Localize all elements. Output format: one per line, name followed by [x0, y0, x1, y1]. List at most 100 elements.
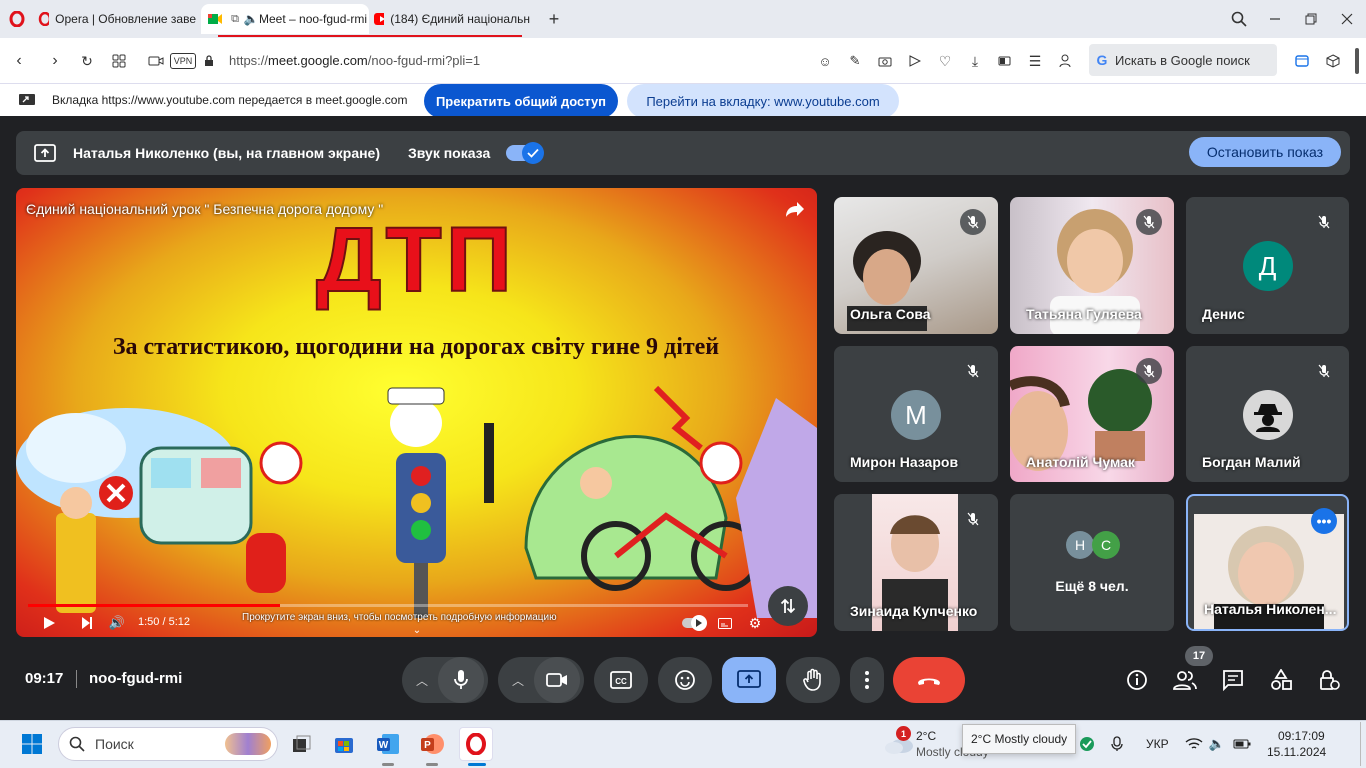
emoji-icon[interactable]: ☺ [815, 52, 835, 70]
participant-tile-more[interactable]: Н С Ещё 8 чел. [1010, 494, 1174, 631]
weather-temp: 2°C [916, 729, 937, 743]
end-call-icon [918, 678, 940, 685]
tab-opera-update[interactable]: Opera | Обновление заве [34, 4, 196, 34]
send-icon[interactable] [905, 52, 925, 70]
edit-icon[interactable]: ✎ [845, 52, 865, 70]
subtitles-icon[interactable] [716, 614, 734, 632]
battery-saver-icon[interactable] [995, 52, 1015, 70]
task-view-button[interactable] [285, 727, 319, 761]
search-tabs-icon[interactable] [1228, 8, 1250, 30]
wifi-icon[interactable] [1184, 734, 1204, 754]
google-search-box[interactable]: G Искать в Google поиск [1089, 44, 1277, 76]
taskbar-opera[interactable] [459, 727, 493, 761]
lock-icon [202, 52, 216, 70]
microphone-button[interactable] [438, 657, 484, 703]
divider [76, 670, 77, 688]
scrollbar[interactable] [1355, 48, 1359, 74]
pip-icon[interactable]: ⧉ [227, 13, 243, 26]
participants-count-badge: 17 [1185, 646, 1213, 666]
swap-layout-button[interactable] [768, 586, 808, 626]
more-options-icon[interactable]: ••• [1311, 508, 1337, 534]
microsoft-store-icon [335, 738, 353, 753]
play-icon[interactable] [40, 614, 58, 632]
input-language[interactable]: УКР [1146, 737, 1169, 751]
taskbar-time[interactable]: 09:17:09 [1278, 729, 1325, 743]
weather-widget[interactable]: 1 2°C Mostly cloudy [880, 726, 989, 762]
taskbar-date[interactable]: 15.11.2024 [1267, 745, 1326, 759]
battery-icon[interactable] [1231, 734, 1253, 754]
new-tab-icon[interactable]: + [544, 9, 564, 29]
stop-presenting-button[interactable]: Остановить показ [1189, 137, 1341, 167]
stop-sharing-button[interactable]: Прекратить общий доступ [424, 84, 618, 118]
heart-icon[interactable]: ♡ [935, 52, 955, 70]
sound-toggle[interactable] [506, 142, 544, 164]
camera-site-icon[interactable] [146, 50, 166, 72]
taskbar-store[interactable] [327, 727, 361, 761]
opera-logo-icon[interactable] [8, 10, 26, 28]
restore-icon[interactable] [1300, 8, 1322, 30]
chevron-down-icon[interactable]: ⌄ [410, 624, 424, 636]
shared-video[interactable]: Єдиний національний урок " Безпечна доро… [16, 188, 817, 637]
vpn-badge[interactable]: VPN [170, 53, 196, 69]
participant-tile-tatyana[interactable]: Татьяна Гуляева [1010, 197, 1174, 334]
autoplay-toggle[interactable] [682, 615, 707, 631]
leave-call-button[interactable] [893, 657, 965, 703]
speed-dial-icon[interactable] [108, 50, 130, 72]
participant-tile-zinaida[interactable]: Зинаида Купченко [834, 494, 998, 631]
next-icon[interactable] [78, 614, 96, 632]
forward-icon[interactable]: › [44, 50, 66, 72]
speaker-icon[interactable]: 🔈 [243, 12, 259, 26]
camera-button[interactable] [534, 657, 580, 703]
microphone-tray-icon[interactable] [1108, 734, 1126, 754]
people-button[interactable] [1169, 664, 1201, 696]
url-field[interactable]: https://meet.google.com/noo-fgud-rmi?pli… [229, 53, 480, 68]
minimize-icon[interactable] [1264, 8, 1286, 30]
audio-control-group: ︿ [402, 657, 488, 703]
captions-button[interactable]: CC [594, 657, 648, 703]
volume-tray-icon[interactable]: 🔈 [1207, 734, 1227, 754]
go-to-tab-button[interactable]: Перейти на вкладку: www.youtube.com [627, 84, 899, 118]
video-hint: Прокрутите экран вниз, чтобы посмотреть … [242, 612, 557, 623]
participant-tile-bogdan[interactable]: Богдан Малий [1186, 346, 1349, 482]
chat-icon [1223, 670, 1243, 691]
download-icon[interactable]: ⤓ [965, 52, 985, 70]
close-window-icon[interactable] [1336, 8, 1358, 30]
participant-tile-miron[interactable]: М Мирон Назаров [834, 346, 998, 482]
video-settings-chevron-icon[interactable]: ︿ [502, 672, 534, 689]
participant-tile-anatoliy[interactable]: Анатолій Чумак [1010, 346, 1174, 482]
taskbar-search-box[interactable]: Поиск [58, 727, 278, 761]
start-button[interactable] [15, 727, 49, 761]
participant-tile-denis[interactable]: Д Денис [1186, 197, 1349, 334]
volume-icon[interactable]: 🔊 [108, 614, 126, 632]
tab-meet[interactable]: ⧉ 🔈 Meet – noo-fgud-rmi [201, 4, 369, 34]
raise-hand-button[interactable] [786, 657, 840, 703]
share-arrow-icon[interactable] [784, 198, 806, 220]
audio-settings-chevron-icon[interactable]: ︿ [406, 672, 438, 689]
meeting-details-button[interactable] [1121, 664, 1153, 696]
present-now-button[interactable] [722, 657, 776, 703]
more-options-button[interactable] [850, 657, 884, 703]
settings-icon[interactable]: ⚙ [746, 614, 764, 632]
security-tray-icon[interactable] [1078, 734, 1096, 754]
snapshot-icon[interactable] [875, 52, 895, 70]
show-desktop-corner[interactable] [1360, 722, 1364, 766]
host-controls-button[interactable] [1313, 664, 1345, 696]
taskbar-word[interactable]: W [371, 727, 405, 761]
reload-icon[interactable]: ↻ [76, 50, 98, 72]
easy-setup-icon[interactable]: ☰ [1025, 52, 1045, 70]
taskbar-powerpoint[interactable]: P [415, 727, 449, 761]
participant-tile-natalya-self[interactable]: ••• Наталья Николен... [1186, 494, 1349, 631]
profile-icon[interactable] [1055, 52, 1075, 70]
tab-youtube[interactable]: (184) Єдиний національн [370, 4, 530, 34]
activities-button[interactable] [1265, 664, 1297, 696]
participant-name: Зинаида Купченко [850, 603, 978, 619]
video-progress-track[interactable] [28, 604, 748, 607]
opera-wallet-icon[interactable] [1292, 52, 1312, 70]
extensions-icon[interactable] [1323, 52, 1343, 70]
reactions-button[interactable] [658, 657, 712, 703]
opera-icon [466, 733, 486, 755]
camera-icon [546, 673, 567, 687]
chat-button[interactable] [1217, 664, 1249, 696]
participant-tile-olga[interactable]: Ольга Сова [834, 197, 998, 334]
back-icon[interactable]: ‹ [8, 50, 30, 72]
